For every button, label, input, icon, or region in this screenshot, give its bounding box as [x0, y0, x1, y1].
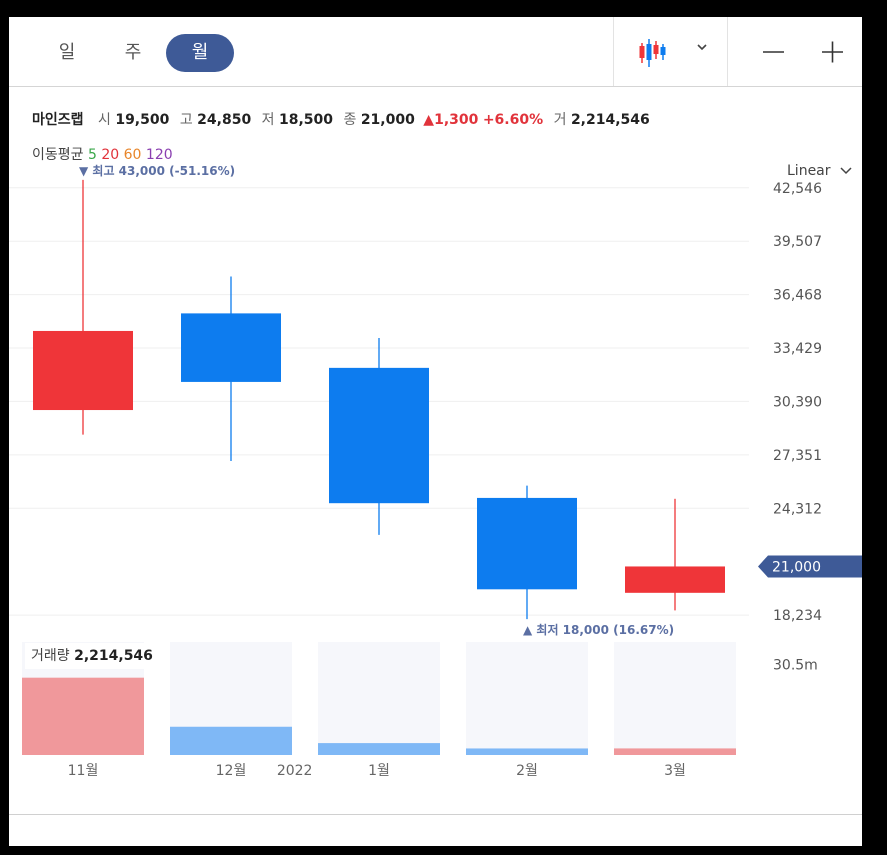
y-tick-label: 39,507: [773, 234, 822, 250]
y-tick-label: 24,312: [773, 501, 822, 517]
x-tick-label: 11월: [68, 763, 99, 779]
volume-bar: [170, 726, 292, 755]
volume-bar: [318, 743, 440, 755]
y-tick-label: 33,429: [773, 341, 822, 357]
y-tick-label: 36,468: [773, 288, 822, 304]
x-tick-label: 2월: [516, 763, 538, 779]
bottom-divider: [9, 814, 862, 815]
volume-legend-label: 거래량: [31, 648, 70, 664]
volume-legend-value: 2,214,546: [74, 648, 153, 664]
candle-down: [477, 497, 577, 590]
x-tick-label: 1월: [368, 763, 390, 779]
candle-down: [181, 313, 281, 382]
candlestick-chart: 42,546 39,507 36,468 33,429 30,390 27,351 24,3…: [9, 163, 862, 779]
volume-legend: 거래량 2,214,546: [25, 643, 155, 669]
volume-bar: [22, 677, 144, 755]
volume-tick-label: 30.5m: [773, 657, 818, 673]
current-price-label: 21,000: [772, 559, 821, 575]
volume-bg: [466, 642, 588, 755]
volume-bar: [614, 748, 736, 755]
y-tick-label: 18,234: [773, 608, 822, 624]
candle-up: [625, 566, 725, 593]
volume-bg: [614, 642, 736, 755]
y-tick-label: 42,546: [773, 181, 822, 197]
volume-bar: [466, 748, 588, 755]
x-tick-label: 3월: [664, 763, 686, 779]
x-tick-label: 2022: [277, 763, 313, 779]
y-tick-label: 27,351: [773, 448, 822, 464]
candle-up: [33, 330, 133, 411]
low-annotation: ▲ 최저 18,000 (16.67%): [523, 622, 674, 637]
y-tick-label: 30,390: [773, 394, 822, 410]
high-annotation: ▼ 최고 43,000 (-51.16%): [79, 163, 235, 178]
x-tick-label: 12월: [216, 763, 247, 779]
volume-bg: [318, 642, 440, 755]
chart-panel: 일 주 월 마인즈랩 시 19,500 고 24,850 저 18,500 종 …: [9, 17, 862, 846]
candle-down: [329, 367, 429, 504]
